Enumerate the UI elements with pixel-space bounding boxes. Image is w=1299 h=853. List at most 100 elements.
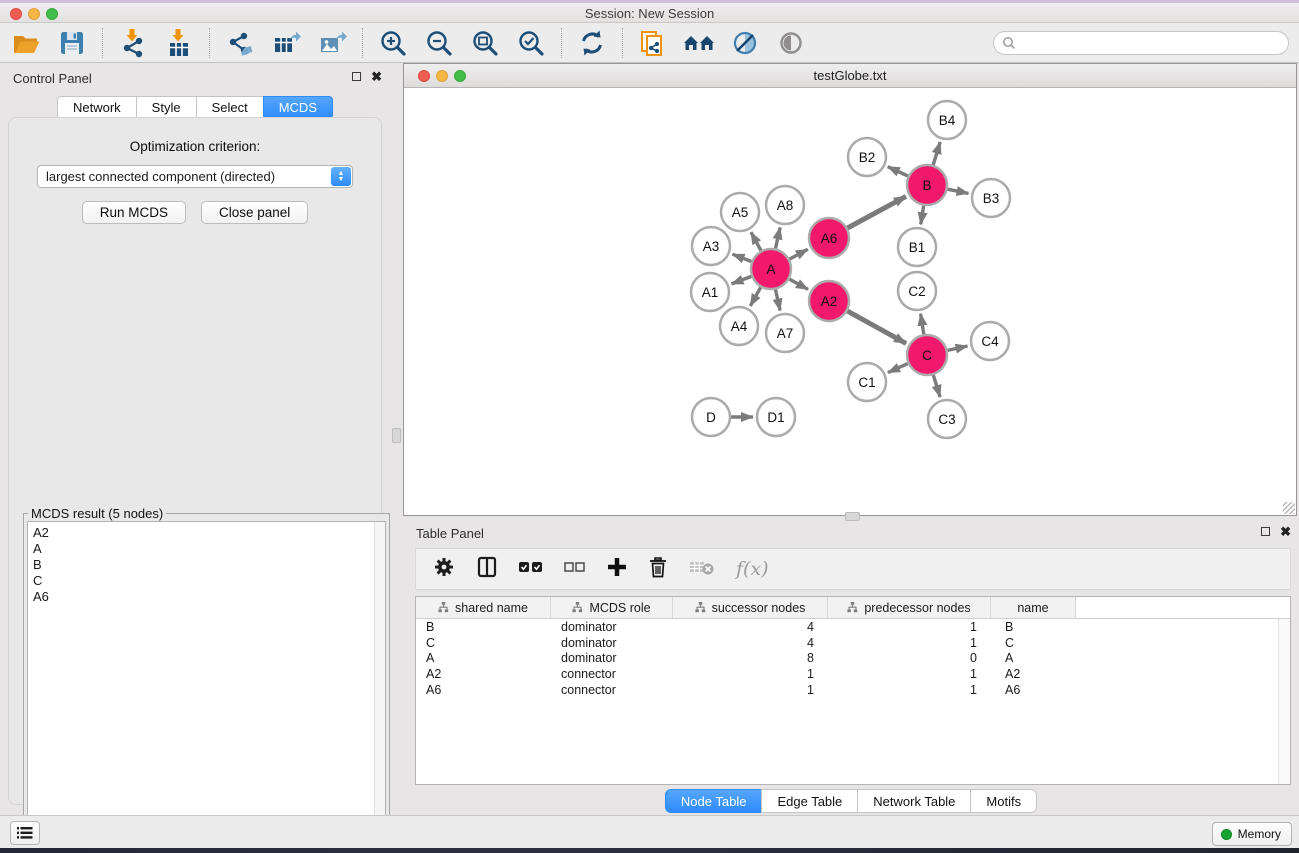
edge-A-A8[interactable]: [776, 228, 781, 249]
edge-A-A5[interactable]: [751, 232, 761, 250]
tab-select[interactable]: Select: [196, 96, 264, 119]
column-header-predecessor-nodes[interactable]: predecessor nodes: [828, 597, 991, 618]
node-B[interactable]: B: [907, 165, 947, 205]
node-D1[interactable]: D1: [757, 398, 795, 436]
export-image-icon[interactable]: [316, 27, 348, 59]
function-builder-icon[interactable]: f(x): [736, 558, 769, 580]
node-A6[interactable]: A6: [809, 218, 849, 258]
node-D[interactable]: D: [692, 398, 730, 436]
edge-B-B3[interactable]: [948, 189, 969, 193]
show-panels-list-button[interactable]: [10, 821, 40, 845]
show-column-icon[interactable]: [476, 556, 498, 583]
column-header-mcds-role[interactable]: MCDS role: [551, 597, 673, 618]
tab-mcds[interactable]: MCDS: [263, 96, 333, 119]
preview-eye-icon[interactable]: [775, 27, 807, 59]
node-C1[interactable]: C1: [848, 363, 886, 401]
node-A5[interactable]: A5: [721, 193, 759, 231]
column-header-name[interactable]: name: [991, 597, 1076, 618]
open-file-icon[interactable]: [10, 27, 42, 59]
network-window-titlebar[interactable]: testGlobe.txt: [404, 64, 1296, 88]
table-scrollbar[interactable]: [1278, 619, 1290, 784]
float-table-panel-icon[interactable]: [1261, 527, 1270, 536]
table-row[interactable]: A2connector11A2: [416, 666, 1290, 682]
node-B3[interactable]: B3: [972, 179, 1010, 217]
delete-row-icon[interactable]: [648, 556, 668, 583]
tab-style[interactable]: Style: [136, 96, 197, 119]
tab-motifs[interactable]: Motifs: [970, 789, 1037, 813]
node-B1[interactable]: B1: [898, 228, 936, 266]
result-item[interactable]: A6: [33, 589, 385, 605]
edge-B-B1[interactable]: [921, 206, 924, 225]
tab-node-table[interactable]: Node Table: [665, 789, 763, 813]
table-row[interactable]: Cdominator41C: [416, 635, 1290, 651]
tab-network-table[interactable]: Network Table: [857, 789, 971, 813]
node-C4[interactable]: C4: [971, 322, 1009, 360]
network-canvas[interactable]: B4 B2 B B3 A8A5 A6 A3 B1 A A1 C2 A2 A4A7 C4 C C1 C3 D D1: [404, 88, 1296, 515]
node-B4[interactable]: B4: [928, 101, 966, 139]
edge-B-B2[interactable]: [888, 167, 908, 176]
edge-A-A4[interactable]: [750, 287, 760, 306]
tab-edge-table[interactable]: Edge Table: [761, 789, 858, 813]
table-settings-gear-icon[interactable]: [433, 556, 455, 583]
close-panel-icon[interactable]: ✖: [371, 71, 382, 82]
edge-A-A2[interactable]: [789, 279, 808, 289]
result-item[interactable]: B: [33, 557, 385, 573]
node-A3[interactable]: A3: [692, 227, 730, 265]
node-B2[interactable]: B2: [848, 138, 886, 176]
node-table[interactable]: shared nameMCDS rolesuccessor nodesprede…: [415, 596, 1291, 785]
search-input[interactable]: [1016, 35, 1280, 50]
save-session-icon[interactable]: [56, 27, 88, 59]
edge-A-A3[interactable]: [733, 254, 752, 261]
search-field[interactable]: [993, 31, 1289, 55]
home-icon[interactable]: [683, 27, 715, 59]
result-item[interactable]: C: [33, 573, 385, 589]
node-A2[interactable]: A2: [809, 281, 849, 321]
node-A[interactable]: A: [751, 249, 791, 289]
edge-A6-B[interactable]: [848, 196, 906, 228]
node-C[interactable]: C: [907, 335, 947, 375]
edge-A-A6[interactable]: [790, 249, 808, 259]
import-network-icon[interactable]: [117, 27, 149, 59]
export-table-icon[interactable]: [270, 27, 302, 59]
vertical-split-grip[interactable]: [392, 428, 401, 443]
table-row[interactable]: Bdominator41B: [416, 619, 1290, 635]
zoom-selected-icon[interactable]: [515, 27, 547, 59]
deselect-checkboxes-icon[interactable]: [564, 560, 586, 579]
select-all-checkboxes-icon[interactable]: [519, 560, 543, 579]
node-A4[interactable]: A4: [720, 307, 758, 345]
zoom-out-icon[interactable]: [423, 27, 455, 59]
edge-A-A7[interactable]: [776, 290, 781, 311]
node-A8[interactable]: A8: [766, 186, 804, 224]
add-row-icon[interactable]: [607, 557, 627, 582]
zoom-in-icon[interactable]: [377, 27, 409, 59]
edge-C-C4[interactable]: [948, 346, 968, 350]
optimization-criterion-select[interactable]: largest connected component (directed) ▲…: [37, 165, 353, 188]
edge-B-B4[interactable]: [933, 142, 940, 165]
edge-A2-C[interactable]: [847, 311, 906, 343]
node-C2[interactable]: C2: [898, 272, 936, 310]
result-item[interactable]: A2: [33, 525, 385, 541]
zoom-fit-icon[interactable]: [469, 27, 501, 59]
delete-column-icon[interactable]: [689, 558, 715, 581]
new-network-from-selection-icon[interactable]: [637, 27, 669, 59]
table-row[interactable]: Adominator80A: [416, 651, 1290, 667]
edge-C-C1[interactable]: [888, 364, 908, 373]
window-resize-grip[interactable]: [1283, 502, 1295, 514]
table-row[interactable]: A6connector11A6: [416, 682, 1290, 698]
close-panel-button[interactable]: Close panel: [201, 201, 308, 224]
result-item[interactable]: A: [33, 541, 385, 557]
export-network-icon[interactable]: [224, 27, 256, 59]
run-mcds-button[interactable]: Run MCDS: [82, 201, 186, 224]
import-table-icon[interactable]: [163, 27, 195, 59]
node-A1[interactable]: A1: [691, 273, 729, 311]
refresh-view-icon[interactable]: [576, 27, 608, 59]
edge-C-C3[interactable]: [933, 375, 940, 397]
mcds-result-list[interactable]: A2ABCA6: [27, 521, 386, 852]
tab-network[interactable]: Network: [57, 96, 137, 119]
node-A7[interactable]: A7: [766, 314, 804, 352]
close-table-panel-icon[interactable]: ✖: [1280, 526, 1291, 537]
edge-C-C2[interactable]: [921, 314, 924, 335]
result-list-scrollbar[interactable]: [374, 522, 385, 851]
node-C3[interactable]: C3: [928, 400, 966, 438]
column-header-shared-name[interactable]: shared name: [416, 597, 551, 618]
